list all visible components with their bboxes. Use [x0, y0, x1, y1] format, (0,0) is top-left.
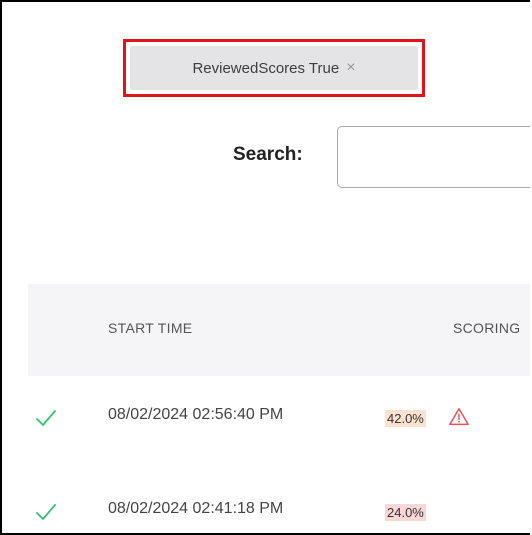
table-header: START TIME SCORING: [28, 284, 530, 376]
score-badge: 42.0%: [385, 410, 426, 427]
check-icon: [36, 410, 56, 426]
start-time-cell: 08/02/2024 02:41:18 PM: [108, 500, 284, 517]
score-badge: 24.0%: [385, 504, 426, 521]
warning-icon: [449, 408, 469, 426]
table-row[interactable]: 08/02/2024 02:41:18 PM 24.0%: [28, 500, 530, 533]
table-row[interactable]: 08/02/2024 02:56:40 PM 42.0%: [28, 406, 530, 466]
filter-chip-close-icon[interactable]: ×: [346, 59, 355, 77]
search-input[interactable]: [337, 126, 530, 188]
check-icon: [36, 504, 56, 520]
app-frame: ReviewedScores True × Search: START TIME…: [0, 0, 530, 535]
search-label: Search:: [233, 144, 303, 165]
start-time-cell: 08/02/2024 02:56:40 PM: [108, 406, 284, 423]
filter-chip-reviewed-scores[interactable]: ReviewedScores True ×: [130, 46, 418, 90]
filter-chip-label: ReviewedScores True: [192, 59, 340, 77]
column-header-start-time[interactable]: START TIME: [108, 320, 192, 336]
column-header-scoring[interactable]: SCORING: [453, 320, 520, 336]
